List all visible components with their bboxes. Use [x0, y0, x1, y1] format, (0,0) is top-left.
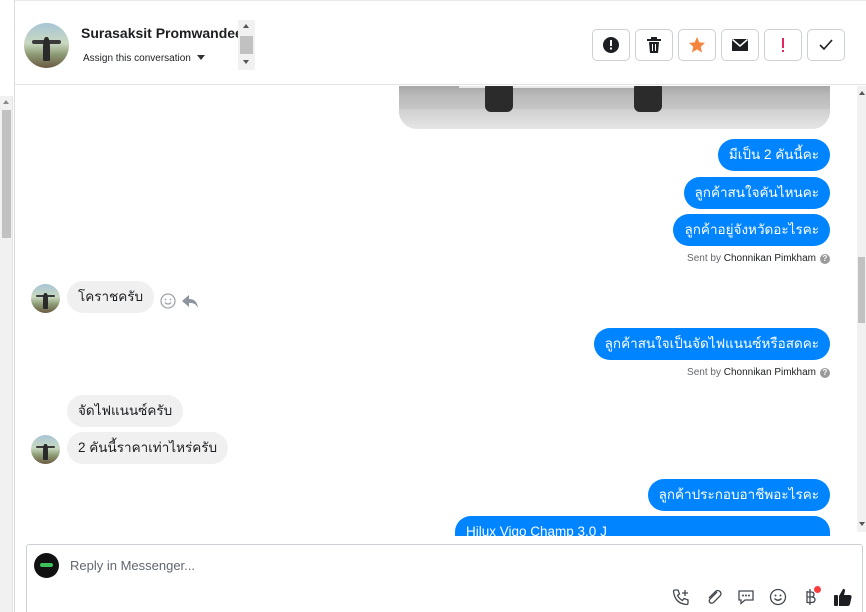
spam-exclamation-icon — [782, 38, 784, 52]
message-thread[interactable]: มีเป็น 2 คันนี้คะ ลูกค้าสนใจคันไหนคะ ลูก… — [15, 86, 857, 536]
delete-button[interactable] — [635, 29, 673, 61]
call-button[interactable] — [671, 587, 691, 607]
scroll-up-arrow[interactable] — [859, 91, 865, 95]
page-scrollbar[interactable] — [0, 96, 13, 612]
envelope-icon — [732, 38, 748, 51]
paperclip-icon — [708, 589, 722, 604]
scroll-up-arrow[interactable] — [3, 100, 9, 104]
outgoing-message[interactable]: Hilux Vigo Champ 3.0 J — [455, 516, 830, 536]
reply-icon — [182, 295, 198, 308]
notification-dot — [814, 586, 821, 593]
reply-composer[interactable]: Reply in Messenger... — [26, 544, 863, 612]
outgoing-message[interactable]: ลูกค้าประกอบอาชีพอะไรคะ — [647, 479, 830, 511]
sender-name: Chonnikan Pimkham — [723, 367, 816, 378]
assign-conversation-dropdown[interactable]: Assign this conversation — [83, 53, 205, 64]
scroll-thumb[interactable] — [858, 257, 865, 323]
incoming-message[interactable]: จัดไฟแนนซ์ครับ — [67, 395, 184, 427]
contact-name[interactable]: Surasaksit Promwandee — [81, 25, 243, 41]
outgoing-message[interactable]: ลูกค้าอยู่จังหวัดอะไรคะ — [673, 214, 830, 246]
react-emoji-icon — [160, 293, 176, 309]
payment-button[interactable] — [800, 586, 821, 607]
sent-by-label: Sent by — [687, 367, 721, 378]
star-icon — [689, 37, 705, 53]
sent-by-note: Sent by Chonnikan Pimkham? — [687, 253, 830, 264]
mark-done-button[interactable] — [807, 29, 845, 61]
follow-up-button[interactable] — [592, 29, 630, 61]
saved-replies-button[interactable] — [736, 587, 756, 607]
thread-scrollbar[interactable] — [857, 86, 866, 532]
trash-icon — [647, 37, 661, 53]
emoji-button[interactable] — [768, 587, 788, 607]
incoming-message[interactable]: โคราชครับ — [67, 281, 155, 313]
contact-avatar-small — [31, 284, 60, 313]
saved-reply-icon — [738, 590, 754, 605]
follow-up-icon — [603, 37, 619, 53]
sender-name: Chonnikan Pimkham — [723, 253, 816, 264]
page-avatar — [34, 553, 59, 578]
incoming-message[interactable]: 2 คันนี้ราคาเท่าไหร่ครับ — [67, 432, 229, 464]
outgoing-message[interactable]: ลูกค้าสนใจคันไหนคะ — [683, 177, 830, 209]
phone-plus-icon — [672, 589, 689, 606]
thumbs-up-icon — [834, 588, 852, 606]
conversation-header: Surasaksit Promwandee Assign this conver… — [15, 0, 866, 85]
scroll-thumb[interactable] — [2, 110, 11, 238]
outgoing-message[interactable]: ลูกค้าสนใจเป็นจัดไฟแนนซ์หรือสดคะ — [593, 328, 830, 360]
message-actions — [160, 292, 206, 315]
spam-button[interactable] — [764, 29, 802, 61]
sent-by-label: Sent by — [687, 253, 721, 264]
like-button[interactable] — [833, 587, 853, 607]
checkmark-icon — [819, 39, 833, 51]
sent-by-note: Sent by Chonnikan Pimkham? — [687, 367, 830, 378]
mark-unread-button[interactable] — [721, 29, 759, 61]
emoji-icon — [769, 588, 787, 606]
contact-avatar[interactable] — [24, 23, 69, 68]
help-icon[interactable]: ? — [820, 368, 830, 378]
messenger-inbox: Surasaksit Promwandee Assign this conver… — [0, 0, 866, 612]
reply-input[interactable]: Reply in Messenger... — [70, 558, 195, 573]
caret-down-icon — [196, 55, 205, 60]
car-photo-attachment[interactable] — [399, 86, 830, 129]
scroll-down-arrow[interactable] — [859, 522, 865, 526]
star-button[interactable] — [678, 29, 716, 61]
outgoing-message[interactable]: มีเป็น 2 คันนี้คะ — [717, 139, 830, 171]
attach-button[interactable] — [704, 587, 724, 607]
contact-avatar-small — [31, 435, 60, 464]
assign-label: Assign this conversation — [83, 53, 191, 64]
header-scrollbar[interactable] — [238, 20, 255, 70]
help-icon[interactable]: ? — [820, 254, 830, 264]
